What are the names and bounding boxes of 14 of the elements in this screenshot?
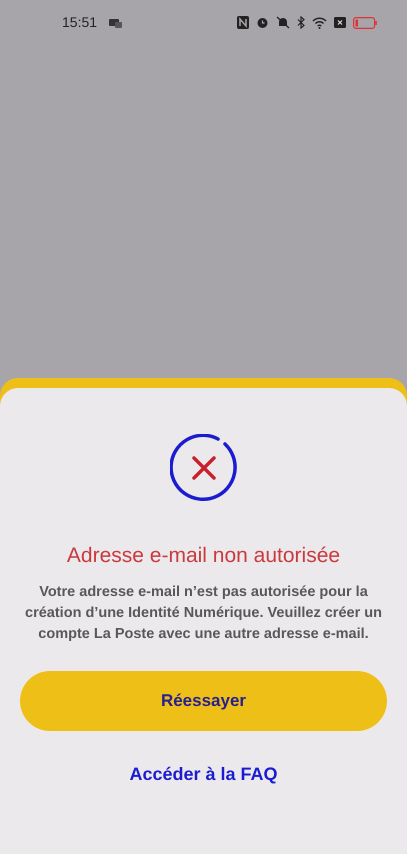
error-icon: [170, 434, 238, 502]
sim-icon: [334, 17, 346, 28]
nfc-icon: [237, 16, 249, 29]
message-icon: [109, 18, 122, 28]
mute-icon: [276, 16, 290, 29]
error-title: Adresse e-mail non autorisée: [66, 543, 340, 569]
retry-button[interactable]: Réessayer: [20, 670, 387, 730]
bluetooth-icon: [297, 16, 305, 29]
status-time: 15:51: [62, 13, 98, 32]
alarm-icon: [256, 16, 269, 29]
battery-icon: [353, 16, 377, 28]
wifi-icon: [312, 16, 327, 28]
faq-link[interactable]: Accéder à la FAQ: [129, 760, 278, 788]
error-message: Votre adresse e-mail n’est pas autorisée pour la création d’une Identité Numérique. Veuillez créer un compte La Poste avec une autre adresse e-mail.: [24, 582, 383, 644]
